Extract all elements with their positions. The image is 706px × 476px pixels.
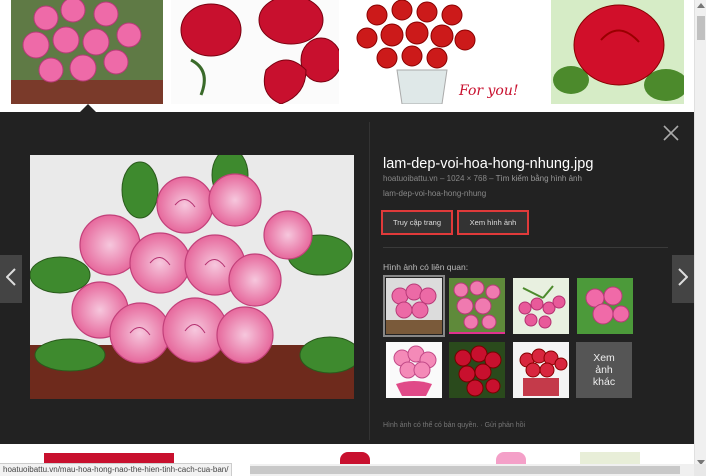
image-meta: hoatuoibattu.vn – 1024 × 768 – Tìm kiếm … (383, 174, 582, 183)
chevron-right-icon (678, 267, 689, 291)
more-images-label: Xem ảnh khác (592, 352, 616, 388)
horizontal-scrollbar[interactable] (250, 464, 694, 476)
vertical-scrollbar[interactable] (694, 0, 706, 476)
panel-divider (369, 122, 370, 440)
copyright-text: Hình ảnh có thể có bản quyền. (383, 422, 479, 429)
thumbnail-strip: For you! (0, 0, 694, 112)
thumbnail-partial[interactable] (496, 452, 526, 464)
related-image[interactable] (513, 342, 569, 398)
image-dimensions: 1024 × 768 (446, 174, 487, 183)
related-image[interactable] (383, 275, 445, 337)
related-images-label: Hình ảnh có liên quan: (383, 262, 469, 272)
feedback-link[interactable]: Gửi phản hồi (485, 422, 526, 429)
image-subname: lam-dep-voi-hoa-hong-nhung (383, 189, 487, 198)
thumbnail-red-roses-heart[interactable] (171, 0, 339, 104)
previous-image-button[interactable] (0, 255, 22, 303)
thumbnail-partial[interactable] (340, 452, 370, 464)
thumbnail-red-roses-vase[interactable]: For you! (347, 0, 542, 104)
scroll-up-icon[interactable] (697, 3, 705, 8)
related-image[interactable] (449, 342, 505, 398)
copyright-notice: Hình ảnh có thể có bản quyền. · Gửi phản… (383, 422, 526, 429)
thumbnail-strip-bottom (0, 444, 694, 464)
related-image[interactable] (513, 278, 569, 334)
source-site[interactable]: hoatuoibattu.vn (383, 174, 438, 183)
preview-image[interactable] (30, 155, 354, 399)
next-image-button[interactable] (672, 255, 694, 303)
chevron-left-icon (5, 267, 16, 291)
scrollbar-thumb[interactable] (697, 16, 705, 40)
thumbnail-red-rose-single[interactable] (551, 0, 684, 104)
visit-page-button[interactable]: Truy cập trang (381, 210, 453, 235)
status-bar-url: hoatuoibattu.vn/mau-hoa-hong-nao-the-hie… (0, 463, 233, 476)
scrollbar-thumb[interactable] (250, 466, 680, 474)
related-image[interactable] (386, 342, 442, 398)
search-by-image-link[interactable]: Tìm kiếm bằng hình ảnh (496, 174, 582, 183)
related-image[interactable] (577, 278, 633, 334)
image-search-page: For you! lam-dep-voi-hoa-hong-nhung.jpg … (0, 0, 706, 476)
close-icon[interactable] (662, 124, 680, 142)
thumbnail-partial[interactable] (580, 452, 640, 464)
image-filename: lam-dep-voi-hoa-hong-nhung.jpg (383, 156, 594, 172)
related-image[interactable] (449, 278, 505, 334)
view-image-button[interactable]: Xem hình ảnh (457, 210, 529, 235)
section-divider (383, 247, 668, 248)
thumbnail-pink-roses[interactable] (11, 0, 163, 104)
for-you-text: For you! (458, 83, 519, 99)
more-images-button[interactable]: Xem ảnh khác (576, 342, 632, 398)
selected-pointer (80, 104, 96, 112)
scrollbar-corner (694, 464, 706, 476)
